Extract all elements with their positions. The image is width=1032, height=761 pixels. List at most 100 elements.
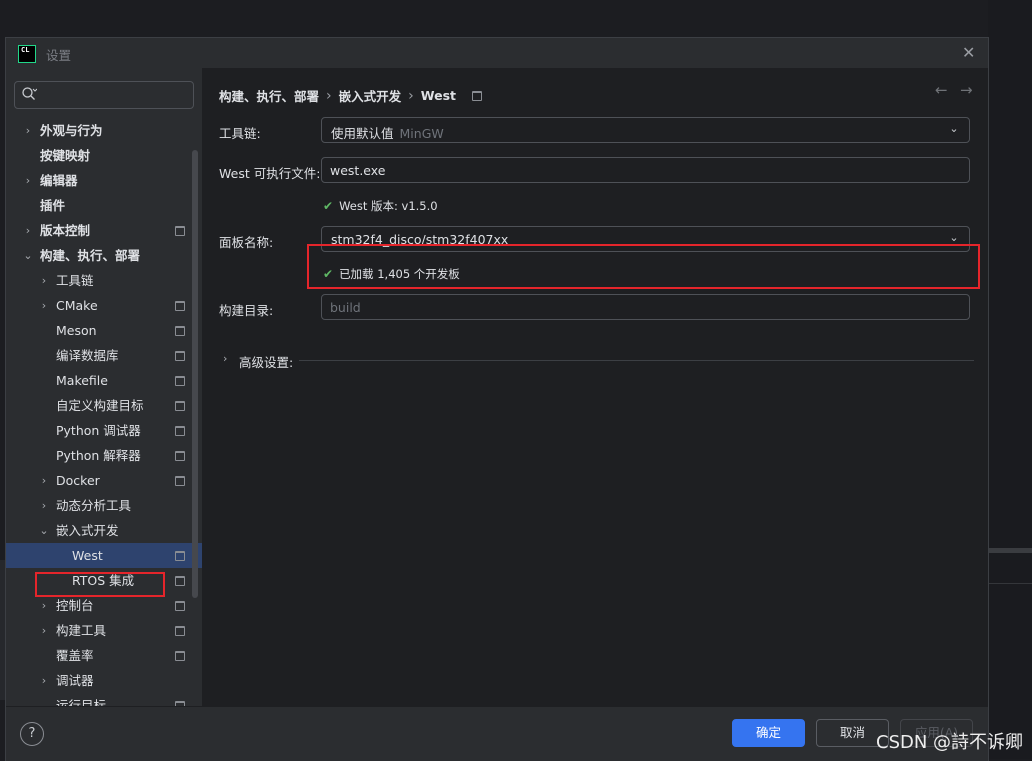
project-level-icon	[175, 551, 185, 561]
chevron-down-icon[interactable]: ⌄	[22, 243, 34, 268]
sidebar-item[interactable]: › 构建工具	[6, 618, 202, 643]
settings-dialog: CL 设置 ✕ › 外观与行为按键映射 › 编辑器插件 › 版本控制 ⌄ 构建、执行、部署 › 工…	[5, 37, 989, 761]
toolchain-label: 工具链:	[219, 126, 261, 141]
close-icon[interactable]: ✕	[962, 45, 978, 61]
sidebar-item[interactable]: West	[6, 543, 202, 568]
chevron-right-icon[interactable]: ›	[38, 293, 50, 318]
west-exe-input[interactable]	[330, 162, 950, 178]
west-exe-field[interactable]	[321, 157, 970, 183]
sidebar-item-label: 构建工具	[56, 623, 107, 638]
app-logo-icon: CL	[18, 45, 36, 63]
sidebar-item[interactable]: 自定义构建目标	[6, 393, 202, 418]
project-level-icon	[472, 90, 482, 101]
sidebar-item[interactable]: Python 调试器	[6, 418, 202, 443]
sidebar-item[interactable]: › 工具链	[6, 268, 202, 293]
sidebar-item[interactable]: ⌄ 构建、执行、部署	[6, 243, 202, 268]
toolchain-selected: 使用默认值	[331, 126, 394, 141]
project-level-icon	[175, 326, 185, 336]
search-box[interactable]	[14, 81, 194, 109]
sidebar-item-label: 编辑器	[40, 173, 78, 188]
advanced-settings-label: 高级设置:	[239, 355, 294, 370]
background-divider-thin	[988, 583, 1032, 584]
chevron-right-icon[interactable]: ›	[22, 168, 34, 193]
chevron-down-icon: ⌄	[949, 231, 959, 244]
board-name-label: 面板名称:	[219, 235, 274, 250]
help-icon[interactable]: ?	[20, 722, 44, 746]
sidebar-item[interactable]: › 动态分析工具	[6, 493, 202, 518]
build-dir-input[interactable]	[330, 299, 950, 315]
sidebar-item-label: 按键映射	[40, 148, 91, 163]
sidebar-item[interactable]: › 编辑器	[6, 168, 202, 193]
sidebar-item[interactable]: › CMake	[6, 293, 202, 318]
chevron-right-icon[interactable]: ›	[38, 468, 50, 493]
chevron-right-icon[interactable]: ›	[38, 493, 50, 518]
sidebar-item-label: 运行目标	[56, 698, 107, 706]
breadcrumb-item-build[interactable]: 构建、执行、部署	[219, 86, 319, 105]
toolchain-value: 使用默认值 MinGW	[331, 123, 444, 142]
chevron-right-icon: ›	[223, 352, 228, 365]
sidebar-item-label: 构建、执行、部署	[40, 248, 141, 263]
background-window-edge	[988, 0, 1032, 759]
background-divider	[988, 548, 1032, 553]
chevron-right-icon[interactable]: ›	[38, 668, 50, 693]
breadcrumb-item-embedded[interactable]: 嵌入式开发	[339, 86, 402, 105]
breadcrumb-separator: ›	[408, 87, 414, 104]
sidebar-item-label: 版本控制	[40, 223, 91, 238]
sidebar-item-label: Makefile	[56, 373, 108, 388]
sidebar-item-label: 插件	[40, 198, 66, 213]
boards-loaded-status: ✔ 已加载 1,405 个开发板	[323, 266, 460, 282]
chevron-right-icon[interactable]: ›	[38, 268, 50, 293]
sidebar-item[interactable]: ⌄ 嵌入式开发	[6, 518, 202, 543]
sidebar-scrollbar[interactable]	[192, 150, 198, 598]
build-dir-field[interactable]	[321, 294, 970, 320]
advanced-settings-toggle[interactable]: › 高级设置:	[219, 350, 974, 370]
sidebar-item[interactable]: › 外观与行为	[6, 118, 202, 143]
sidebar-item-label: Python 调试器	[56, 423, 141, 438]
breadcrumb: 构建、执行、部署 › 嵌入式开发 › West	[219, 86, 482, 106]
project-level-icon	[175, 451, 185, 461]
sidebar-item-label: Meson	[56, 323, 97, 338]
sidebar-item[interactable]: › Docker	[6, 468, 202, 493]
check-icon: ✔	[323, 267, 334, 281]
sidebar-item[interactable]: Python 解释器	[6, 443, 202, 468]
csdn-watermark: CSDN @詩不诉卿	[876, 732, 1024, 753]
sidebar-item-label: 工具链	[56, 273, 94, 288]
sidebar-item[interactable]: 插件	[6, 193, 202, 218]
project-level-icon	[175, 651, 185, 661]
project-level-icon	[175, 576, 185, 586]
sidebar-item[interactable]: 编译数据库	[6, 343, 202, 368]
project-level-icon	[175, 401, 185, 411]
build-dir-label: 构建目录:	[219, 303, 274, 318]
sidebar-item[interactable]: 运行目标	[6, 693, 202, 706]
chevron-right-icon[interactable]: ›	[22, 118, 34, 143]
project-level-icon	[175, 351, 185, 361]
forward-arrow-icon[interactable]: →	[960, 81, 976, 101]
chevron-down-icon[interactable]: ⌄	[38, 518, 50, 543]
sidebar-item[interactable]: Makefile	[6, 368, 202, 393]
west-version-text: West 版本: v1.5.0	[339, 199, 438, 213]
toolchain-dropdown[interactable]: 使用默认值 MinGW ⌄	[321, 117, 970, 143]
west-exe-label: West 可执行文件:	[219, 166, 321, 181]
settings-content: 构建、执行、部署 › 嵌入式开发 › West ← → 工具链: 使用默认值 MinGW …	[203, 68, 988, 706]
project-level-icon	[175, 301, 185, 311]
sidebar-item-label: 覆盖率	[56, 648, 94, 663]
sidebar-item-label: 外观与行为	[40, 123, 103, 138]
dialog-title: 设置	[46, 48, 72, 63]
sidebar-item-label: 编译数据库	[56, 348, 119, 363]
sidebar-item[interactable]: › 版本控制	[6, 218, 202, 243]
sidebar-item[interactable]: 覆盖率	[6, 643, 202, 668]
sidebar-item[interactable]: Meson	[6, 318, 202, 343]
sidebar-item[interactable]: › 调试器	[6, 668, 202, 693]
project-level-icon	[175, 426, 185, 436]
sidebar-item[interactable]: 按键映射	[6, 143, 202, 168]
project-level-icon	[175, 476, 185, 486]
ok-button[interactable]: 确定	[732, 719, 805, 747]
sidebar-item-label: 自定义构建目标	[56, 398, 144, 413]
back-arrow-icon[interactable]: ←	[935, 81, 951, 101]
breadcrumb-separator: ›	[326, 87, 332, 104]
chevron-right-icon[interactable]: ›	[38, 618, 50, 643]
search-input[interactable]	[45, 85, 189, 105]
breadcrumb-item-west: West	[420, 88, 456, 103]
chevron-right-icon[interactable]: ›	[22, 218, 34, 243]
sidebar-item-label: 嵌入式开发	[56, 523, 119, 538]
